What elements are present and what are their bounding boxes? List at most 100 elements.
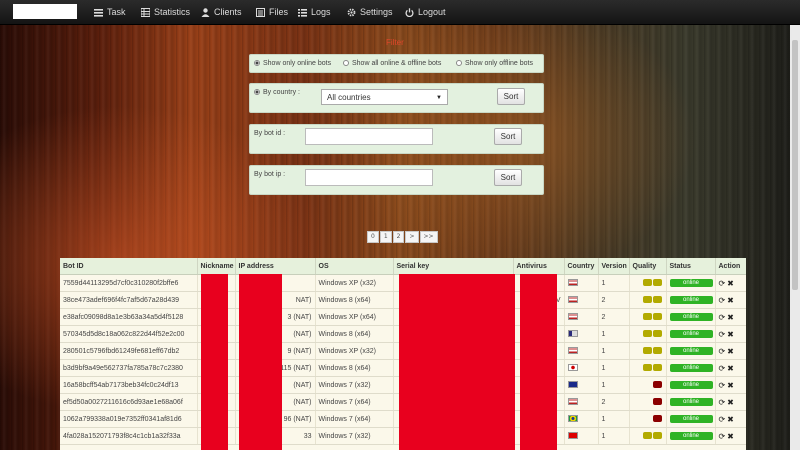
nav-task[interactable]: Task <box>94 0 126 24</box>
delete-icon[interactable]: ✖ <box>727 398 734 407</box>
refresh-icon[interactable]: ⟳ <box>719 330 726 339</box>
delete-icon[interactable]: ✖ <box>727 364 734 373</box>
country-filter-panel: By country : All countries ▼ Sort <box>249 83 544 113</box>
delete-icon[interactable]: ✖ <box>727 279 734 288</box>
by-country-radio[interactable] <box>254 89 260 95</box>
refresh-icon[interactable]: ⟳ <box>719 279 726 288</box>
delete-icon[interactable]: ✖ <box>727 313 734 322</box>
country-cell <box>564 325 599 343</box>
ip-text: NAT) <box>295 296 312 304</box>
delete-icon[interactable]: ✖ <box>727 296 734 305</box>
refresh-icon[interactable]: ⟳ <box>719 313 726 322</box>
redaction-ip <box>239 274 282 450</box>
refresh-icon[interactable]: ⟳ <box>719 415 726 424</box>
page-link-last[interactable]: >> <box>419 231 438 243</box>
bot-id-cell: e38afc09098d8a1e3b63a34a5d4f5128 <box>60 308 198 326</box>
botip-filter-panel: By bot ip : Sort <box>249 165 544 195</box>
refresh-icon[interactable]: ⟳ <box>719 398 726 407</box>
flag-icon <box>567 364 578 371</box>
ip-text: 3 (NAT) <box>287 313 312 321</box>
status-cell: online <box>666 342 716 360</box>
quality-low-icon <box>652 381 662 388</box>
botid-input[interactable] <box>305 128 433 145</box>
col-quality[interactable]: Quality <box>629 258 667 275</box>
status-badge: online <box>669 313 713 321</box>
scrollbar-thumb[interactable] <box>792 40 798 290</box>
flag-icon <box>567 313 578 320</box>
ip-text: (NAT) <box>293 398 312 406</box>
refresh-icon[interactable]: ⟳ <box>719 347 726 356</box>
radio-all-bots[interactable]: Show all online & offline bots <box>343 60 441 67</box>
nav-clients-label: Clients <box>214 7 242 17</box>
quality-cell <box>629 376 667 394</box>
country-cell <box>564 274 599 292</box>
action-cell: ⟳ ✖ <box>715 410 746 428</box>
col-version[interactable]: Version <box>598 258 630 275</box>
delete-icon[interactable]: ✖ <box>727 347 734 356</box>
page-link-0[interactable]: 0 <box>367 231 379 243</box>
col-serial-key[interactable]: Serial key <box>393 258 514 275</box>
refresh-icon[interactable]: ⟳ <box>719 364 726 373</box>
nav-settings[interactable]: Settings <box>347 0 393 24</box>
col-nickname[interactable]: Nickname <box>197 258 236 275</box>
col-action[interactable]: Action <box>715 258 746 275</box>
col-ip-address[interactable]: IP address <box>235 258 316 275</box>
delete-icon[interactable]: ✖ <box>727 330 734 339</box>
refresh-icon[interactable]: ⟳ <box>719 432 726 441</box>
refresh-icon[interactable]: ⟳ <box>719 296 726 305</box>
status-cell: online <box>666 291 716 309</box>
page-link-2[interactable]: 2 <box>392 231 405 243</box>
by-country-label-text: By country : <box>263 89 300 96</box>
country-select[interactable]: All countries ▼ <box>321 89 448 105</box>
radio-online-only-label: Show only online bots <box>263 60 332 67</box>
ip-text: 96 (NAT) <box>283 415 312 423</box>
brand-logo[interactable] <box>13 4 77 19</box>
radio-all-bots-control[interactable] <box>343 60 349 66</box>
flag-icon <box>567 432 578 439</box>
sort-botip-button[interactable]: Sort <box>494 169 522 186</box>
country-cell <box>564 308 599 326</box>
nav-logs[interactable]: Logs <box>298 0 331 24</box>
radio-online-only-control[interactable] <box>254 60 260 66</box>
delete-icon[interactable]: ✖ <box>727 415 734 424</box>
radio-online-only[interactable]: Show only online bots <box>254 60 331 67</box>
col-country[interactable]: Country <box>564 258 599 275</box>
quality-cell <box>629 325 667 343</box>
by-country-label[interactable]: By country : <box>254 89 300 96</box>
user-icon <box>201 8 210 17</box>
os-cell: Windows 8 (x64) <box>315 359 394 377</box>
col-antivirus[interactable]: Antivirus <box>513 258 565 275</box>
page-link-next[interactable]: > <box>405 231 419 243</box>
radio-offline-only[interactable]: Show only offline bots <box>456 60 533 67</box>
status-badge: online <box>669 364 713 372</box>
version-cell: 1 <box>598 410 630 428</box>
page-scrollbar[interactable] <box>790 25 800 450</box>
action-cell: ⟳ ✖ <box>715 359 746 377</box>
nav-clients[interactable]: Clients <box>201 0 242 24</box>
os-cell: Windows 7 (x64) <box>315 410 394 428</box>
bot-id-cell: 280501c5796fbd61249fe681eff67db2 <box>60 342 198 360</box>
status-cell: online <box>666 274 716 292</box>
nav-logout[interactable]: Logout <box>405 0 446 24</box>
tasks-icon <box>94 9 103 17</box>
botip-input[interactable] <box>305 169 433 186</box>
page-link-1[interactable]: 1 <box>379 231 392 243</box>
sort-country-button[interactable]: Sort <box>497 88 525 105</box>
quality-cell <box>629 274 667 292</box>
col-bot-id[interactable]: Bot ID <box>60 258 198 275</box>
os-cell: Windows 7 (x32) <box>315 427 394 445</box>
col-status[interactable]: Status <box>666 258 716 275</box>
refresh-icon[interactable]: ⟳ <box>719 381 726 390</box>
nav-statistics[interactable]: Statistics <box>140 0 190 24</box>
os-cell: Windows XP (x32) <box>315 342 394 360</box>
sort-botid-button[interactable]: Sort <box>494 128 522 145</box>
status-cell: online <box>666 308 716 326</box>
col-os[interactable]: OS <box>315 258 394 275</box>
delete-icon[interactable]: ✖ <box>727 381 734 390</box>
radio-offline-only-control[interactable] <box>456 60 462 66</box>
status-filter-panel: Show only online bots Show all online & … <box>249 54 544 73</box>
delete-icon[interactable]: ✖ <box>727 432 734 441</box>
quality-mid-icon <box>642 279 652 286</box>
country-cell <box>564 410 599 428</box>
nav-files[interactable]: Files <box>256 0 288 24</box>
